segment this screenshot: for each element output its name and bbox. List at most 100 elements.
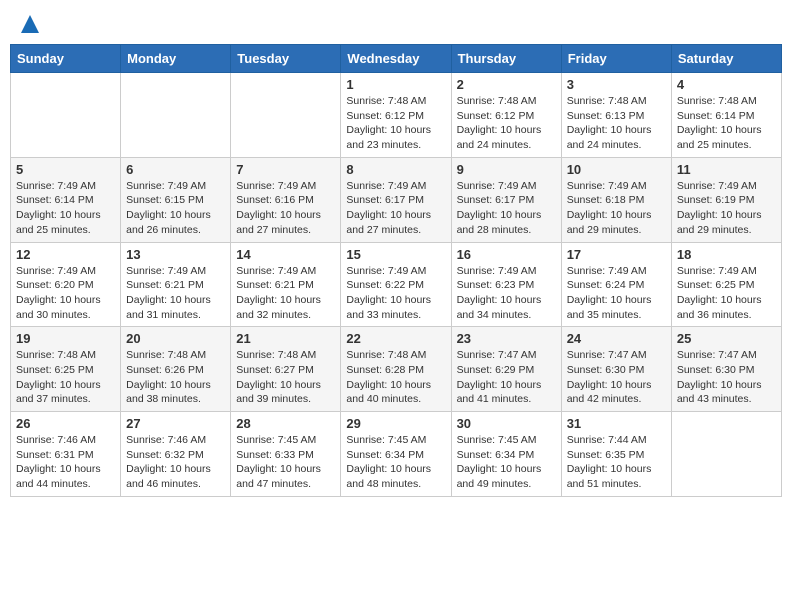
weekday-header-sunday: Sunday xyxy=(11,45,121,73)
calendar-week-row: 5 Sunrise: 7:49 AM Sunset: 6:14 PM Daylig… xyxy=(11,157,782,242)
day-number: 25 xyxy=(677,331,776,346)
day-info: Sunrise: 7:45 AM Sunset: 6:33 PM Dayligh… xyxy=(236,433,335,492)
calendar-cell: 14Sunrise: 7:49 AM Sunset: 6:21 PM Dayli… xyxy=(231,242,341,327)
day-info: Sunrise: 7:49 AM Sunset: 6:20 PM Dayligh… xyxy=(16,264,115,323)
calendar-cell: 30 Sunrise: 7:45 AM Sunset: 6:34 PM Dayli… xyxy=(451,412,561,497)
day-info: Sunrise: 7:49 AM Sunset: 6:17 PM Dayligh… xyxy=(457,179,556,238)
day-number: 8 xyxy=(346,162,445,177)
page-header xyxy=(10,10,782,34)
day-number: 29 xyxy=(346,416,445,431)
logo-triangle-icon xyxy=(21,15,39,33)
calendar-cell: 31 Sunrise: 7:44 AM Sunset: 6:35 PM Dayli… xyxy=(561,412,671,497)
day-number: 30 xyxy=(457,416,556,431)
weekday-header-saturday: Saturday xyxy=(671,45,781,73)
calendar-cell: 11 Sunrise: 7:49 AM Sunset: 6:19 PM Dayli… xyxy=(671,157,781,242)
day-number: 1 xyxy=(346,77,445,92)
calendar-cell: 9Sunrise: 7:49 AM Sunset: 6:17 PM Daylig… xyxy=(451,157,561,242)
calendar-cell: 15 Sunrise: 7:49 AM Sunset: 6:22 PM Dayli… xyxy=(341,242,451,327)
calendar-table: SundayMondayTuesdayWednesdayThursdayFrid… xyxy=(10,44,782,497)
day-number: 3 xyxy=(567,77,666,92)
calendar-cell: 18 Sunrise: 7:49 AM Sunset: 6:25 PM Dayli… xyxy=(671,242,781,327)
calendar-cell: 25 Sunrise: 7:47 AM Sunset: 6:30 PM Dayli… xyxy=(671,327,781,412)
day-number: 7 xyxy=(236,162,335,177)
calendar-cell: 12 Sunrise: 7:49 AM Sunset: 6:20 PM Dayli… xyxy=(11,242,121,327)
day-number: 18 xyxy=(677,247,776,262)
day-info: Sunrise: 7:48 AM Sunset: 6:25 PM Dayligh… xyxy=(16,348,115,407)
day-info: Sunrise: 7:47 AM Sunset: 6:30 PM Dayligh… xyxy=(677,348,776,407)
calendar-week-row: 12 Sunrise: 7:49 AM Sunset: 6:20 PM Dayli… xyxy=(11,242,782,327)
calendar-cell: 17 Sunrise: 7:49 AM Sunset: 6:24 PM Dayli… xyxy=(561,242,671,327)
calendar-cell: 1 Sunrise: 7:48 AM Sunset: 6:12 PM Daylig… xyxy=(341,73,451,158)
calendar-week-row: 1 Sunrise: 7:48 AM Sunset: 6:12 PM Daylig… xyxy=(11,73,782,158)
calendar-cell: 19 Sunrise: 7:48 AM Sunset: 6:25 PM Dayli… xyxy=(11,327,121,412)
calendar-cell: 4Sunrise: 7:48 AM Sunset: 6:14 PM Daylig… xyxy=(671,73,781,158)
day-info: Sunrise: 7:49 AM Sunset: 6:24 PM Dayligh… xyxy=(567,264,666,323)
day-number: 13 xyxy=(126,247,225,262)
day-info: Sunrise: 7:49 AM Sunset: 6:23 PM Dayligh… xyxy=(457,264,556,323)
calendar-cell: 23Sunrise: 7:47 AM Sunset: 6:29 PM Dayli… xyxy=(451,327,561,412)
day-number: 27 xyxy=(126,416,225,431)
day-info: Sunrise: 7:47 AM Sunset: 6:30 PM Dayligh… xyxy=(567,348,666,407)
day-info: Sunrise: 7:49 AM Sunset: 6:17 PM Dayligh… xyxy=(346,179,445,238)
day-info: Sunrise: 7:47 AM Sunset: 6:29 PM Dayligh… xyxy=(457,348,556,407)
calendar-cell xyxy=(121,73,231,158)
day-info: Sunrise: 7:49 AM Sunset: 6:25 PM Dayligh… xyxy=(677,264,776,323)
day-info: Sunrise: 7:49 AM Sunset: 6:16 PM Dayligh… xyxy=(236,179,335,238)
calendar-cell: 16 Sunrise: 7:49 AM Sunset: 6:23 PM Dayli… xyxy=(451,242,561,327)
weekday-header-wednesday: Wednesday xyxy=(341,45,451,73)
day-number: 24 xyxy=(567,331,666,346)
day-info: Sunrise: 7:45 AM Sunset: 6:34 PM Dayligh… xyxy=(457,433,556,492)
logo xyxy=(20,15,40,29)
calendar-cell: 27 Sunrise: 7:46 AM Sunset: 6:32 PM Dayli… xyxy=(121,412,231,497)
day-info: Sunrise: 7:44 AM Sunset: 6:35 PM Dayligh… xyxy=(567,433,666,492)
day-number: 2 xyxy=(457,77,556,92)
weekday-header-tuesday: Tuesday xyxy=(231,45,341,73)
day-number: 20 xyxy=(126,331,225,346)
day-info: Sunrise: 7:49 AM Sunset: 6:19 PM Dayligh… xyxy=(677,179,776,238)
day-number: 10 xyxy=(567,162,666,177)
day-number: 22 xyxy=(346,331,445,346)
day-info: Sunrise: 7:49 AM Sunset: 6:14 PM Dayligh… xyxy=(16,179,115,238)
day-number: 16 xyxy=(457,247,556,262)
weekday-header-monday: Monday xyxy=(121,45,231,73)
day-info: Sunrise: 7:48 AM Sunset: 6:13 PM Dayligh… xyxy=(567,94,666,153)
day-number: 12 xyxy=(16,247,115,262)
calendar-week-row: 19 Sunrise: 7:48 AM Sunset: 6:25 PM Dayli… xyxy=(11,327,782,412)
day-number: 6 xyxy=(126,162,225,177)
day-number: 26 xyxy=(16,416,115,431)
calendar-cell xyxy=(231,73,341,158)
day-info: Sunrise: 7:48 AM Sunset: 6:12 PM Dayligh… xyxy=(457,94,556,153)
calendar-cell: 6Sunrise: 7:49 AM Sunset: 6:15 PM Daylig… xyxy=(121,157,231,242)
calendar-cell: 20 Sunrise: 7:48 AM Sunset: 6:26 PM Dayli… xyxy=(121,327,231,412)
day-number: 15 xyxy=(346,247,445,262)
calendar-cell: 24 Sunrise: 7:47 AM Sunset: 6:30 PM Dayli… xyxy=(561,327,671,412)
calendar-cell: 10 Sunrise: 7:49 AM Sunset: 6:18 PM Dayli… xyxy=(561,157,671,242)
day-info: Sunrise: 7:48 AM Sunset: 6:12 PM Dayligh… xyxy=(346,94,445,153)
calendar-cell xyxy=(11,73,121,158)
day-number: 31 xyxy=(567,416,666,431)
day-info: Sunrise: 7:48 AM Sunset: 6:26 PM Dayligh… xyxy=(126,348,225,407)
day-info: Sunrise: 7:49 AM Sunset: 6:22 PM Dayligh… xyxy=(346,264,445,323)
weekday-header-thursday: Thursday xyxy=(451,45,561,73)
day-number: 19 xyxy=(16,331,115,346)
calendar-cell: 21 Sunrise: 7:48 AM Sunset: 6:27 PM Dayli… xyxy=(231,327,341,412)
day-number: 5 xyxy=(16,162,115,177)
day-info: Sunrise: 7:48 AM Sunset: 6:14 PM Dayligh… xyxy=(677,94,776,153)
calendar-cell: 22 Sunrise: 7:48 AM Sunset: 6:28 PM Dayli… xyxy=(341,327,451,412)
day-info: Sunrise: 7:49 AM Sunset: 6:21 PM Dayligh… xyxy=(126,264,225,323)
calendar-cell: 8 Sunrise: 7:49 AM Sunset: 6:17 PM Daylig… xyxy=(341,157,451,242)
calendar-cell: 7 Sunrise: 7:49 AM Sunset: 6:16 PM Daylig… xyxy=(231,157,341,242)
calendar-cell: 5 Sunrise: 7:49 AM Sunset: 6:14 PM Daylig… xyxy=(11,157,121,242)
day-info: Sunrise: 7:46 AM Sunset: 6:32 PM Dayligh… xyxy=(126,433,225,492)
day-info: Sunrise: 7:49 AM Sunset: 6:21 PM Dayligh… xyxy=(236,264,335,323)
day-number: 21 xyxy=(236,331,335,346)
calendar-cell: 29Sunrise: 7:45 AM Sunset: 6:34 PM Dayli… xyxy=(341,412,451,497)
day-info: Sunrise: 7:48 AM Sunset: 6:28 PM Dayligh… xyxy=(346,348,445,407)
calendar-cell: 3 Sunrise: 7:48 AM Sunset: 6:13 PM Daylig… xyxy=(561,73,671,158)
day-info: Sunrise: 7:49 AM Sunset: 6:18 PM Dayligh… xyxy=(567,179,666,238)
day-info: Sunrise: 7:48 AM Sunset: 6:27 PM Dayligh… xyxy=(236,348,335,407)
calendar-cell xyxy=(671,412,781,497)
day-number: 17 xyxy=(567,247,666,262)
day-number: 11 xyxy=(677,162,776,177)
calendar-cell: 2 Sunrise: 7:48 AM Sunset: 6:12 PM Daylig… xyxy=(451,73,561,158)
